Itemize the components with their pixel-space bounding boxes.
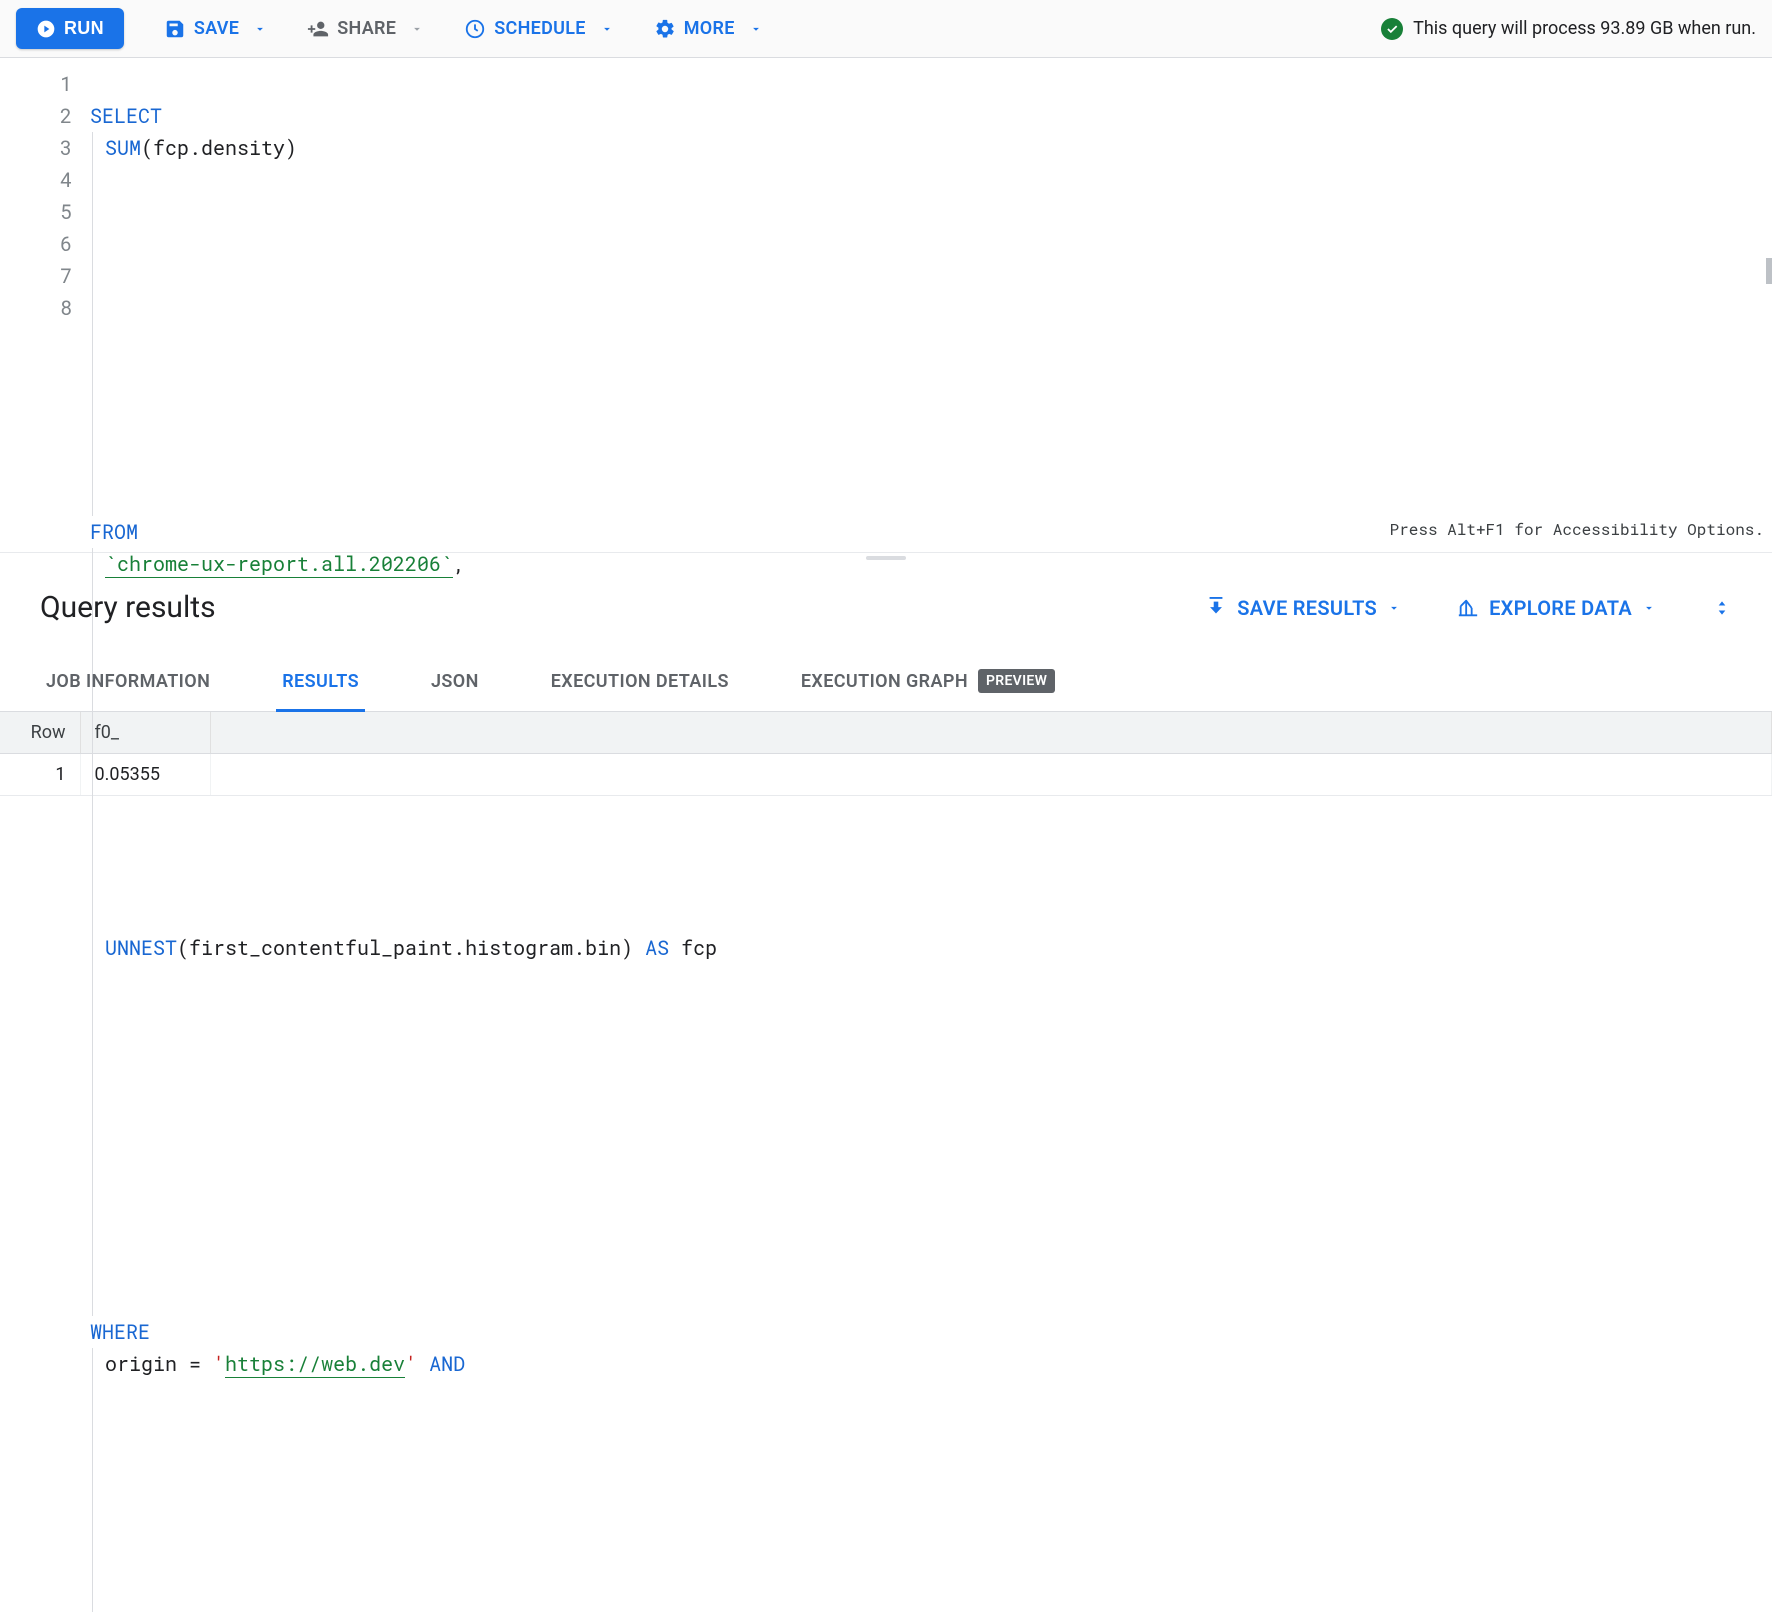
fn-sum: SUM [105,135,141,161]
chevron-down-icon [253,22,267,36]
preview-badge: PREVIEW [978,669,1055,693]
play-icon [36,19,56,39]
tab-label: RESULTS [282,671,359,692]
col-row[interactable]: Row [0,712,80,754]
explore-data-label: EXPLORE DATA [1489,596,1632,620]
line-number: 5 [0,196,72,228]
tab-execution-details[interactable]: EXECUTION DETAILS [545,653,735,711]
table-ref: `chrome-ux-report.all.202206` [105,551,453,578]
code-text: fcp [669,935,717,961]
str-quote: ' [405,1351,417,1377]
chevron-down-icon [749,22,763,36]
schedule-dropdown[interactable]: SCHEDULE [464,18,613,40]
overview-ruler-mark [1766,258,1772,284]
kw-and: AND [429,1351,465,1377]
a11y-hint: Press Alt+F1 for Accessibility Options. [1390,514,1764,546]
tab-execution-graph[interactable]: EXECUTION GRAPH PREVIEW [795,653,1061,711]
download-icon [1205,597,1227,619]
line-number: 6 [0,228,72,260]
save-results-label: SAVE RESULTS [1237,596,1377,620]
line-number: 3 [0,132,72,164]
query-status-text: This query will process 93.89 GB when ru… [1413,18,1756,39]
line-gutter: 1 2 3 4 5 6 7 8 [0,58,90,552]
share-dropdown[interactable]: SHARE [307,18,424,40]
fn-unnest: UNNEST [105,935,177,961]
line-number: 8 [0,292,72,324]
tab-label: JSON [431,671,479,692]
save-label: SAVE [194,18,239,39]
line-number: 7 [0,260,72,292]
share-label: SHARE [337,18,396,39]
chevron-down-icon [1387,601,1401,615]
chevron-down-icon [1642,601,1656,615]
kw-from: FROM [90,519,138,545]
save-dropdown[interactable]: SAVE [164,18,267,40]
tab-results[interactable]: RESULTS [276,653,365,711]
run-button-label: RUN [64,18,104,39]
code-area[interactable]: SELECT SUM(fcp.density) FROM `chrome-ux-… [90,58,1772,552]
gear-icon [654,18,676,40]
save-results-dropdown[interactable]: SAVE RESULTS [1205,596,1401,620]
person-add-icon [307,18,329,40]
code-text: (fcp.density) [141,135,297,161]
line-number: 1 [0,68,72,100]
str-url: https://web.dev [225,1351,405,1378]
line-number: 2 [0,100,72,132]
schedule-label: SCHEDULE [494,18,585,39]
clock-icon [464,18,486,40]
expand-collapse-toggle[interactable] [1712,596,1732,620]
chart-icon [1457,597,1479,619]
tab-job-information[interactable]: JOB INFORMATION [40,653,216,711]
str-quote: ' [213,1351,225,1377]
tab-label: EXECUTION DETAILS [551,671,729,692]
grip-icon [866,556,906,560]
code-text: (first_contentful_paint.histogram.bin) [177,935,633,961]
kw-where: WHERE [90,1319,150,1345]
code-text: , [453,551,465,577]
kw-select: SELECT [90,103,162,129]
tab-label: EXECUTION GRAPH [801,671,968,692]
run-button[interactable]: RUN [16,8,124,49]
query-status: This query will process 93.89 GB when ru… [1381,18,1756,40]
cell-row-index: 1 [0,754,80,796]
kw-as: AS [645,935,669,961]
sql-editor[interactable]: 1 2 3 4 5 6 7 8 SELECT SUM(fcp.density) … [0,58,1772,552]
tab-json[interactable]: JSON [425,653,485,711]
chevron-down-icon [600,22,614,36]
save-icon [164,18,186,40]
query-toolbar: RUN SAVE SHARE SCHEDULE MORE [0,0,1772,58]
check-circle-icon [1381,18,1403,40]
more-label: MORE [684,18,735,39]
code-text: origin = [105,1351,213,1377]
more-dropdown[interactable]: MORE [654,18,763,40]
tab-label: JOB INFORMATION [46,671,210,692]
explore-data-dropdown[interactable]: EXPLORE DATA [1457,596,1656,620]
line-number: 4 [0,164,72,196]
chevron-down-icon [410,22,424,36]
